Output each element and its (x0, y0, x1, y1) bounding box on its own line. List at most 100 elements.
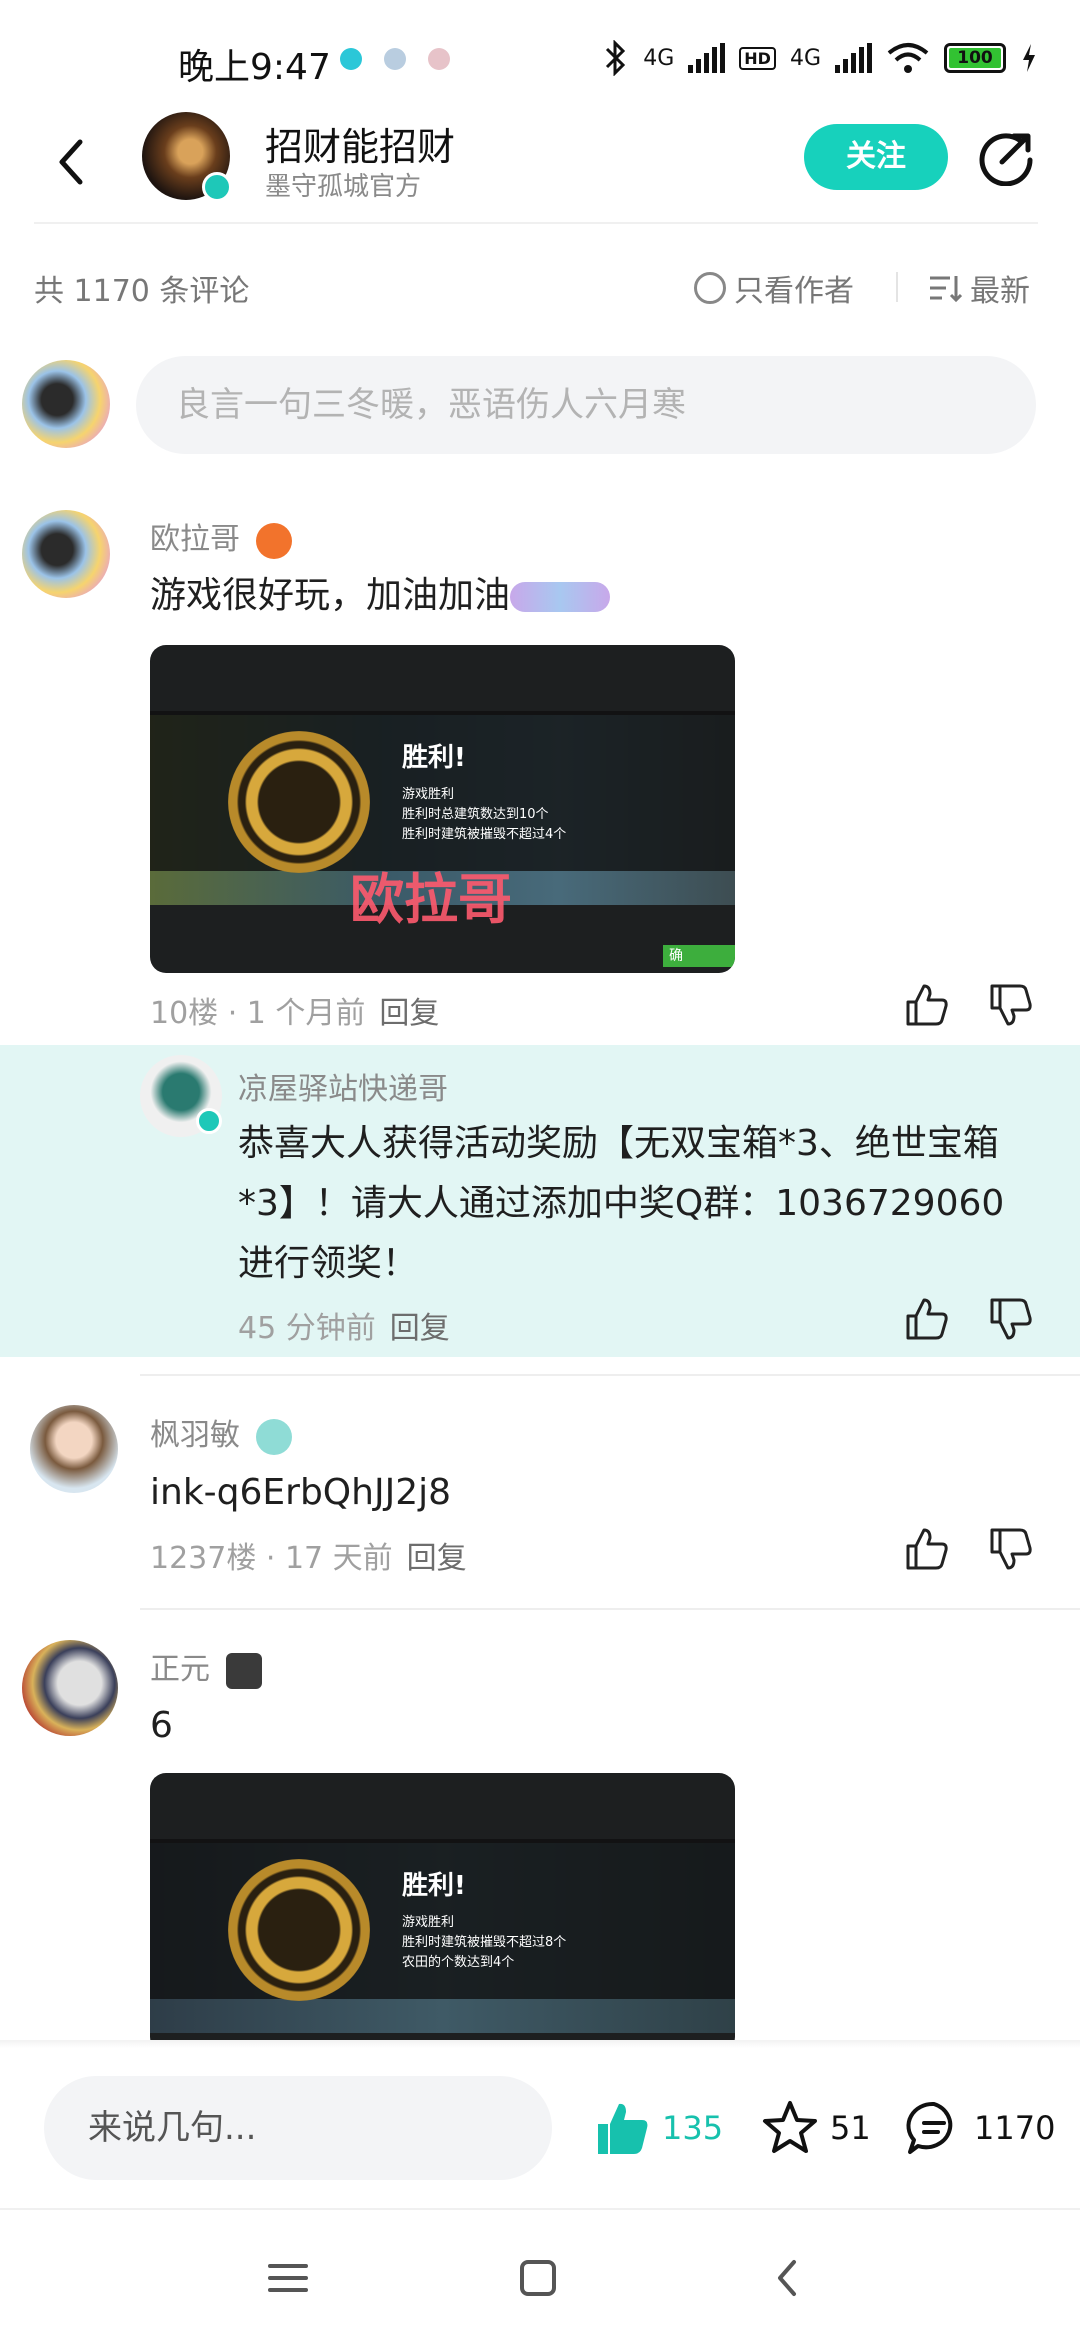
user-badge-icon (255, 522, 292, 559)
comment-username[interactable]: 凉屋驿站快递哥 (238, 1064, 448, 1108)
network-type-label: 4G (789, 45, 821, 71)
my-avatar (22, 360, 110, 448)
user-avatar[interactable] (22, 1640, 118, 1736)
verified-icon (202, 172, 232, 202)
victory-condition: 胜利时总建筑数达到10个 (402, 807, 549, 822)
comment-image[interactable]: 胜利! 游戏胜利 胜利时建筑被摧毁不超过8个 农田的个数达到4个 (150, 1773, 735, 2053)
comment-meta: 45 分钟前 回复 (238, 1303, 450, 1347)
follow-button[interactable]: 关注 (804, 124, 948, 190)
menu-icon[interactable] (258, 2248, 318, 2308)
username-text: 枫羽敏 (150, 1418, 240, 1453)
comment-count: 共 1170 条评论 (34, 274, 250, 309)
author-subtitle: 墨守孤城官方 (265, 172, 422, 202)
app-notification-icon (428, 48, 450, 70)
dislike-icon[interactable] (988, 1526, 1034, 1572)
comment-username[interactable]: 枫羽敏 (150, 1410, 292, 1455)
like-icon[interactable] (904, 1526, 950, 1572)
comment-input[interactable]: 良言一句三冬暖，恶语伤人六月寒 (136, 356, 1036, 454)
victory-condition: 胜利时建筑被摧毁不超过8个 (402, 1935, 567, 1950)
reply-button[interactable]: 回复 (379, 996, 439, 1031)
comment-text: 游戏很好玩，加油加油 (150, 566, 611, 626)
say-something-input[interactable]: 来说几句... (44, 2076, 552, 2180)
comment-text: 6 (150, 1705, 173, 1746)
like-count: 135 (662, 2109, 724, 2147)
app-notification-icon (384, 48, 406, 70)
username-text: 欧拉哥 (150, 522, 240, 557)
dislike-icon[interactable] (988, 982, 1034, 1028)
tiger-emblem-icon (228, 731, 370, 873)
divider (34, 222, 1038, 224)
user-badge-icon (255, 1418, 292, 1455)
reply-button[interactable]: 回复 (407, 1541, 467, 1576)
charging-icon (1023, 44, 1035, 72)
victory-title: 胜利! (402, 743, 466, 773)
hd-badge: HD (739, 46, 776, 70)
sort-toggle[interactable]: 最新 (928, 266, 1030, 310)
comment-text: ink-q6ErbQhJJ2j8 (150, 1472, 452, 1513)
comments-button[interactable]: 1170 (904, 2098, 1055, 2158)
dislike-icon[interactable] (988, 1296, 1034, 1342)
comments-count: 1170 (974, 2109, 1056, 2147)
radio-circle-icon (694, 272, 726, 304)
confirm-button: 确 (663, 945, 735, 967)
comment-text-content: 游戏很好玩，加油加油 (150, 575, 511, 616)
comment-meta: 10楼 · 1 个月前 回复 (150, 988, 439, 1032)
home-icon[interactable] (508, 2248, 568, 2308)
status-bar: 晚上9:47 4G HD 4G 100 (0, 0, 1080, 120)
author-only-toggle[interactable]: 只看作者 (694, 266, 854, 310)
sort-icon (930, 276, 962, 303)
post-header: 招财能招财 墨守孤城官方 关注 (0, 112, 1080, 222)
signal-icon (835, 43, 872, 73)
comment-icon (906, 2101, 953, 2154)
username-text: 正元 (150, 1652, 210, 1687)
bluetooth-icon (606, 40, 626, 76)
victory-condition: 游戏胜利 (402, 787, 455, 802)
system-nav-bar (0, 2208, 1080, 2340)
image-watermark: 欧拉哥 (350, 868, 512, 931)
user-avatar[interactable] (22, 510, 110, 598)
verified-icon (196, 1108, 222, 1134)
comment-floor-time: 10楼 · 1 个月前 (150, 996, 366, 1031)
comment-filter-bar: 共 1170 条评论 只看作者 最新 (34, 262, 1038, 312)
back-icon[interactable] (758, 2248, 818, 2308)
network-type-label: 4G (643, 45, 675, 71)
share-icon[interactable] (978, 128, 1036, 186)
victory-title: 胜利! (402, 1871, 466, 1901)
comment-username[interactable]: 欧拉哥 (150, 514, 292, 559)
emoji-icon (510, 582, 611, 612)
sort-label: 最新 (970, 274, 1030, 309)
user-avatar[interactable] (30, 1405, 118, 1493)
tiger-emblem-icon (228, 1859, 370, 2001)
bottom-shadow (0, 2040, 1080, 2048)
author-name[interactable]: 招财能招财 (265, 116, 455, 171)
victory-condition: 胜利时建筑被摧毁不超过4个 (402, 827, 567, 842)
like-icon[interactable] (904, 982, 950, 1028)
signal-icon (688, 43, 726, 73)
author-only-label: 只看作者 (734, 274, 854, 309)
app-notification-icon (340, 48, 362, 70)
status-time: 晚上9:47 (178, 47, 331, 88)
comment-image[interactable]: 胜利! 游戏胜利 胜利时总建筑数达到10个 胜利时建筑被摧毁不超过4个 欧拉哥 … (150, 645, 735, 973)
divider (140, 1374, 1080, 1376)
reply-button[interactable]: 回复 (390, 1311, 450, 1346)
comment-meta: 1237楼 · 17 天前 回复 (150, 1533, 467, 1577)
comment-time: 45 分钟前 (238, 1311, 376, 1346)
victory-condition: 农田的个数达到4个 (402, 1955, 515, 1970)
comment-username[interactable]: 正元 (150, 1644, 262, 1689)
thumbs-up-filled-icon (598, 2103, 648, 2154)
favorite-count: 51 (830, 2109, 871, 2147)
divider (140, 1608, 1080, 1610)
like-icon[interactable] (904, 1296, 950, 1342)
like-post-button[interactable]: 135 (592, 2098, 723, 2158)
notification-icons (340, 48, 450, 70)
divider (896, 272, 898, 302)
victory-condition: 游戏胜利 (402, 1915, 455, 1930)
comment-text: 恭喜大人获得活动奖励【无双宝箱*3、绝世宝箱*3】！请大人通过添加中奖Q群：10… (238, 1123, 1005, 1284)
comment-floor-time: 1237楼 · 17 天前 (150, 1541, 393, 1576)
bottom-action-bar: 来说几句... 135 51 1170 (0, 2048, 1080, 2208)
wifi-icon (887, 43, 929, 73)
back-arrow-icon[interactable] (50, 132, 94, 192)
star-icon (763, 2101, 817, 2153)
favorite-button[interactable]: 51 (760, 2098, 871, 2158)
battery-icon: 100 (944, 43, 1006, 73)
